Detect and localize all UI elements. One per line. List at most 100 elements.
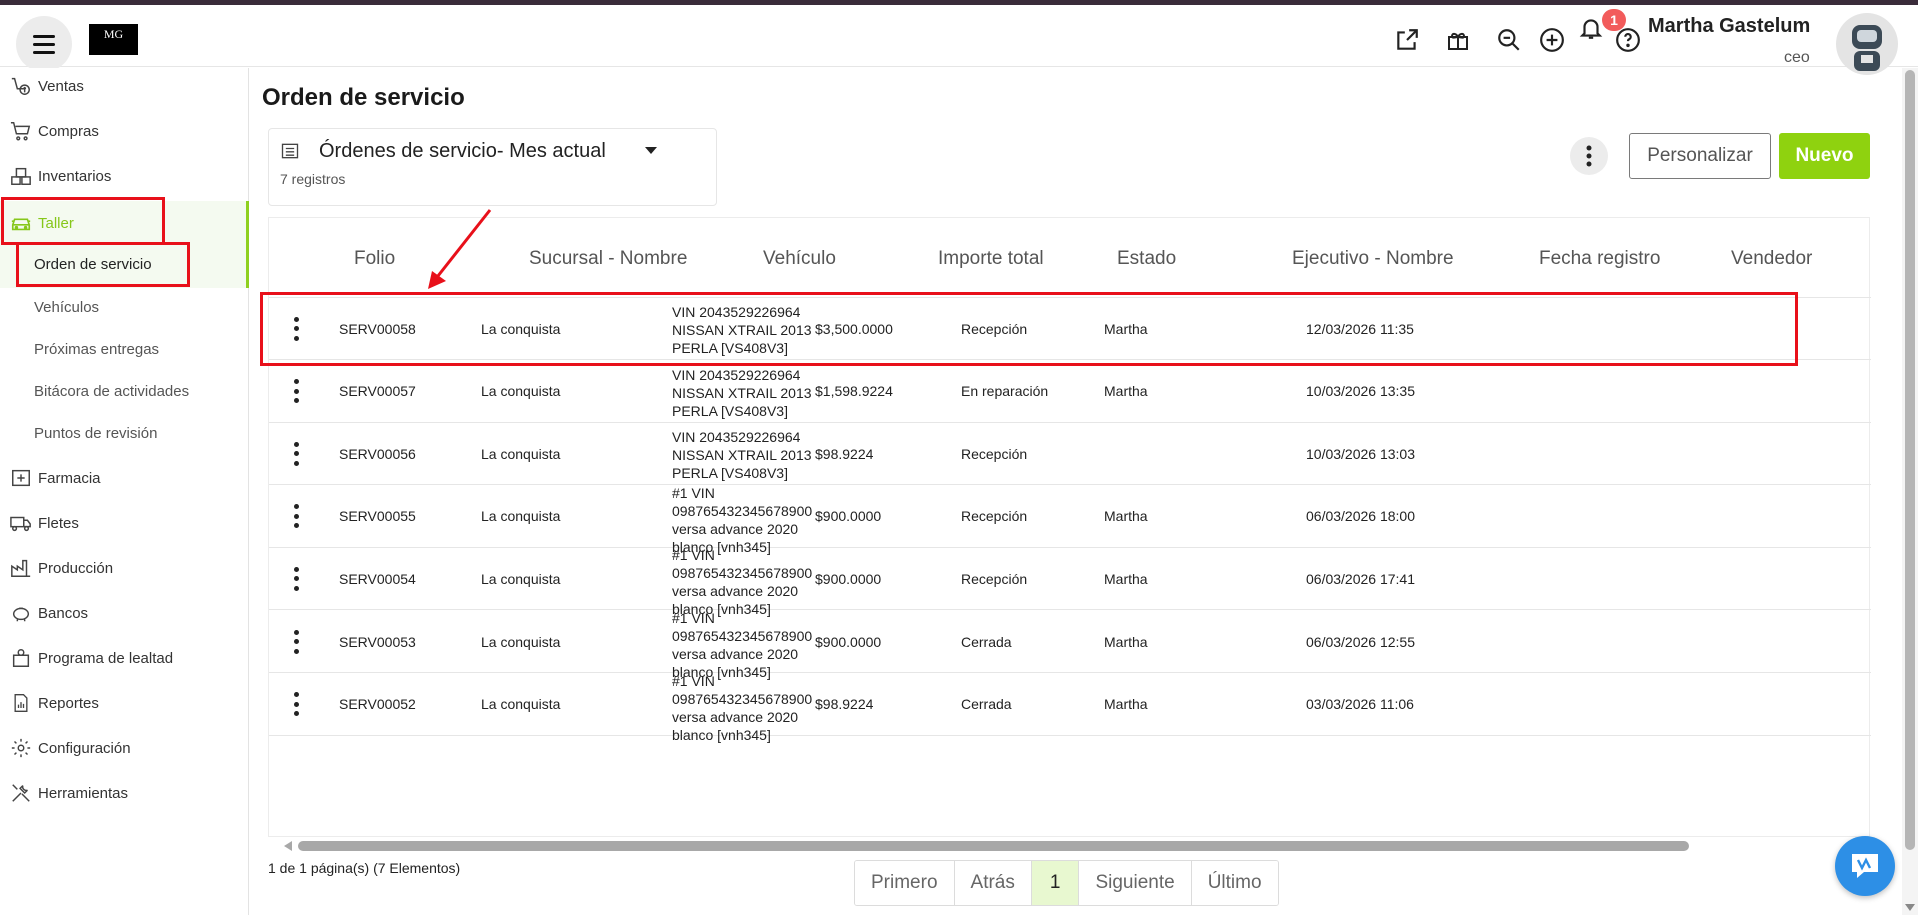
sidebar-item-label: Configuración <box>38 739 131 757</box>
sidebar-item-inventarios[interactable]: Inventarios <box>0 158 249 194</box>
sidebar-sub-proximas-entregas[interactable]: Próximas entregas <box>34 341 159 358</box>
row-menu-icon[interactable] <box>292 629 300 654</box>
col-header-importe[interactable]: Importe total <box>938 248 1044 270</box>
scrollbar-thumb[interactable] <box>298 841 1689 851</box>
cell-vehiculo: #1 VIN 098765432345678900 versa advance 20… <box>672 546 832 618</box>
row-menu-icon[interactable] <box>292 379 300 404</box>
sidebar-item-fletes[interactable]: Fletes <box>0 505 249 541</box>
sidebar-item-bancos[interactable]: Bancos <box>0 595 249 631</box>
cell-fecha: 10/03/2026 13:03 <box>1306 445 1415 462</box>
chevron-down-icon[interactable] <box>645 147 657 154</box>
kebab-dot <box>293 639 299 644</box>
sidebar-item-configuracion[interactable]: Configuración <box>0 730 249 766</box>
table-row[interactable]: SERV00055 La conquista $900.0000 Recepción M… <box>269 485 1871 555</box>
sidebar-item-label: Bancos <box>38 604 89 622</box>
kebab-dot <box>293 388 299 394</box>
cell-ejecutivo: Martha <box>1104 383 1148 400</box>
app-header: MG 1 Martha Gastelum ceo <box>0 5 1918 75</box>
col-header-sucursal[interactable]: Sucursal - Nombre <box>529 248 687 270</box>
factory-icon <box>8 555 34 581</box>
annotation-arrow-icon <box>428 209 492 289</box>
sidebar-item-produccion[interactable]: Producción <box>0 550 249 586</box>
page-first-button[interactable]: Primero <box>855 861 955 905</box>
sidebar-item-label: Compras <box>38 122 99 140</box>
vehiculo-line: VIN 2043529226964 <box>672 366 801 383</box>
scroll-down-icon[interactable] <box>1905 904 1915 911</box>
sidebar-sub-puntos-revision[interactable]: Puntos de revisión <box>34 425 157 442</box>
avatar[interactable] <box>1836 13 1898 75</box>
view-selector[interactable]: Órdenes de servicio- Mes actual 7 regist… <box>268 128 717 206</box>
vscroll-thumb[interactable] <box>1905 70 1915 850</box>
row-menu-icon[interactable] <box>292 504 300 529</box>
table-row[interactable]: SERV00057 La conquista $1,598.9224 En repar… <box>269 361 1871 423</box>
cell-estado: En reparación <box>961 383 1049 400</box>
cell-sucursal: La conquista <box>481 383 561 400</box>
vertical-scrollbar[interactable] <box>1902 68 1918 915</box>
horizontal-scrollbar[interactable] <box>284 841 1689 853</box>
cell-estado: Recepción <box>961 445 1028 462</box>
scroll-left-icon[interactable] <box>284 841 292 851</box>
cell-fecha: 06/03/2026 18:00 <box>1306 508 1415 525</box>
vehiculo-line: versa advance 2020 <box>672 646 799 662</box>
sidebar-item-farmacia[interactable]: Farmacia <box>0 460 249 496</box>
logo-text: MG <box>103 27 124 41</box>
table-row[interactable]: SERV00054 La conquista $900.0000 Recepción M… <box>269 547 1871 617</box>
sidebar-item-ventas[interactable]: Ventas <box>0 68 249 104</box>
col-header-vendedor[interactable]: Vendedor <box>1731 248 1812 270</box>
cell-folio: SERV00052 <box>339 696 416 713</box>
sidebar-sub-bitacora[interactable]: Bitácora de actividades <box>34 383 189 400</box>
company-logo[interactable]: MG <box>89 24 138 55</box>
sidebar-item-herramientas[interactable]: Herramientas <box>0 775 249 811</box>
cell-vehiculo: VIN 2043529226964 NISSAN XTRAIL 2013 PERLA… <box>672 366 832 420</box>
gift-icon[interactable] <box>1443 25 1473 55</box>
row-menu-icon[interactable] <box>292 566 300 591</box>
menu-toggle-button[interactable] <box>16 16 72 72</box>
page-current-button[interactable]: 1 <box>1031 861 1080 905</box>
page-last-button[interactable]: Último <box>1191 861 1278 905</box>
cart-icon <box>8 118 34 144</box>
more-options-button[interactable] <box>1570 137 1608 175</box>
col-header-vehiculo[interactable]: Vehículo <box>763 248 836 270</box>
col-header-ejecutivo[interactable]: Ejecutivo - Nombre <box>1292 248 1454 270</box>
chat-support-button[interactable] <box>1835 836 1895 896</box>
cell-vehiculo: #1 VIN 098765432345678900 versa advance 20… <box>672 672 832 744</box>
external-link-icon[interactable] <box>1392 25 1422 55</box>
search-zoom-icon[interactable] <box>1494 25 1524 55</box>
add-circle-icon[interactable] <box>1537 25 1567 55</box>
list-icon <box>280 141 300 166</box>
cell-folio: SERV00054 <box>339 570 416 587</box>
kebab-dot <box>293 648 299 654</box>
col-header-fecha[interactable]: Fecha registro <box>1539 248 1660 270</box>
table-row[interactable]: SERV00052 La conquista $98.9224 Cerrada Mart… <box>269 673 1871 743</box>
row-menu-icon[interactable] <box>292 692 300 717</box>
col-header-folio[interactable]: Folio <box>354 248 395 270</box>
user-name[interactable]: Martha Gastelum <box>1648 15 1810 38</box>
view-name: Órdenes de servicio- Mes actual <box>319 140 606 162</box>
table-row[interactable]: SERV00056 La conquista $98.9224 Recepción 10… <box>269 423 1871 486</box>
sidebar: Ventas Compras Inventarios Taller Orden … <box>0 68 249 915</box>
table-row[interactable]: SERV00053 La conquista $900.0000 Cerrada Mar… <box>269 610 1871 680</box>
tools-icon <box>8 780 34 806</box>
kebab-dot <box>293 513 299 519</box>
sidebar-item-label: Inventarios <box>38 167 112 185</box>
cell-folio: SERV00055 <box>339 508 416 525</box>
nuevo-button[interactable]: Nuevo <box>1779 133 1870 179</box>
page-prev-button[interactable]: Atrás <box>954 861 1032 905</box>
sidebar-item-compras[interactable]: Compras <box>0 113 249 149</box>
page-next-button[interactable]: Siguiente <box>1079 861 1192 905</box>
kebab-dot <box>293 504 299 510</box>
hamburger-line <box>33 34 55 38</box>
chat-icon <box>1852 854 1878 878</box>
sidebar-item-lealtad[interactable]: Programa de lealtad <box>0 640 249 676</box>
help-icon[interactable] <box>1613 25 1643 55</box>
kebab-dot <box>293 460 299 466</box>
sidebar-sub-vehiculos[interactable]: Vehículos <box>34 299 99 316</box>
row-menu-icon[interactable] <box>292 441 300 466</box>
cell-folio: SERV00053 <box>339 633 416 650</box>
cell-sucursal: La conquista <box>481 508 561 525</box>
sidebar-item-reportes[interactable]: Reportes <box>0 685 249 721</box>
vehiculo-line: PERLA [VS408V3] <box>672 465 788 482</box>
personalizar-button[interactable]: Personalizar <box>1629 133 1771 179</box>
col-header-estado[interactable]: Estado <box>1117 248 1176 270</box>
sidebar-item-label: Ventas <box>38 77 84 95</box>
